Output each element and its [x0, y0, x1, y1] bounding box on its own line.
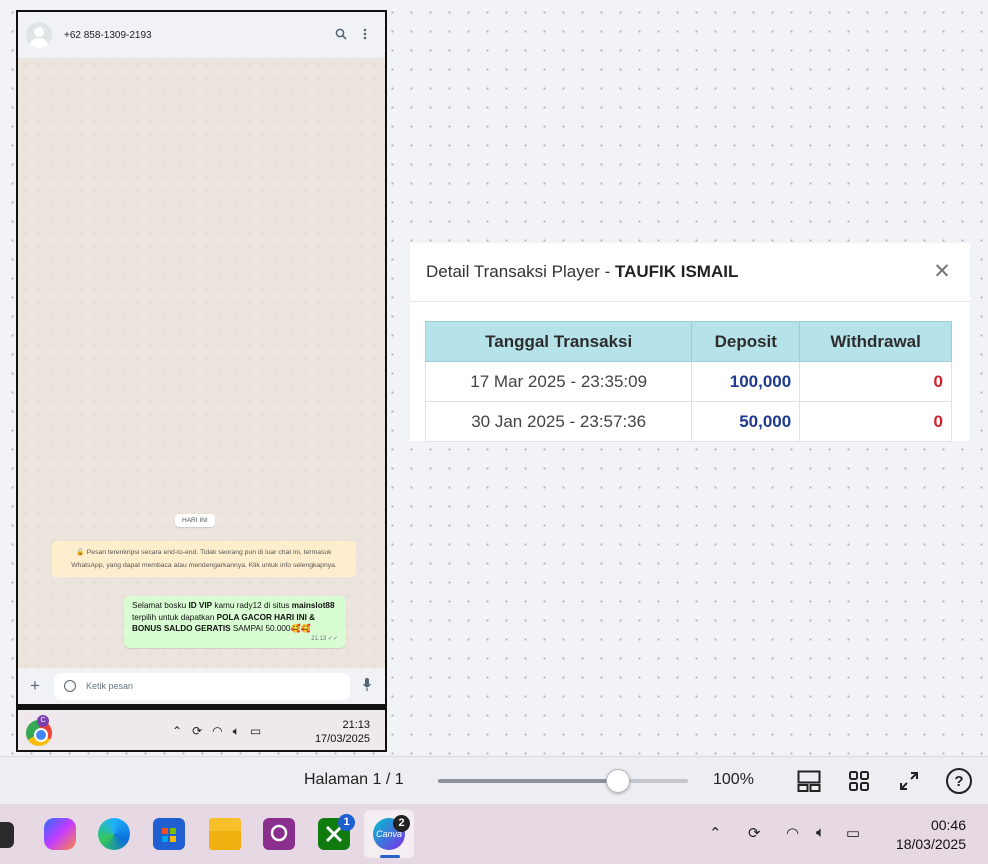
message-bubble[interactable]: Selamat bosku ID VIP kamu rady12 di situ…	[124, 596, 346, 648]
volume-icon[interactable]: 🔈︎	[816, 824, 825, 841]
sync-icon[interactable]: ⟳	[192, 724, 202, 739]
message-input[interactable]: Ketik pesan	[54, 672, 350, 700]
phone-date: 17/03/2025	[314, 733, 370, 745]
column-header-deposit: Deposit	[691, 321, 801, 362]
edge-icon[interactable]	[98, 818, 130, 850]
chrome-profile-badge: C	[37, 715, 49, 727]
cell-withdrawal: 0	[799, 361, 952, 402]
player-name: TAUFIK ISMAIL	[614, 262, 739, 281]
cell-date: 17 Mar 2025 - 23:35:09	[424, 361, 693, 402]
table-header-row: Tanggal Transaksi Deposit Withdrawal	[424, 321, 952, 362]
message-input-placeholder: Ketik pesan	[86, 681, 134, 691]
copilot-icon[interactable]	[44, 818, 76, 850]
panel-title: Detail Transaksi Player - TAUFIK ISMAIL	[426, 262, 738, 282]
phone-time: 21:13	[342, 719, 370, 731]
phone-system-tray: ⌃ ⟳ ◠ 🔈︎ ▭	[172, 724, 261, 739]
system-time: 00:46	[930, 817, 966, 833]
chat-area: HARI INI 🔒 Pesan terenkripsi secara end-…	[18, 58, 385, 668]
sync-icon[interactable]: ⟳	[748, 824, 761, 842]
phone-clock[interactable]: 21:13 17/03/2025	[315, 718, 370, 746]
system-clock[interactable]: 00:46 18/03/2025	[896, 816, 966, 854]
store-icon[interactable]	[153, 818, 185, 850]
windows-taskbar: 1 Canva 2 ⌃ ⟳ ◠ 🔈︎ ▭ 00:46 18/03/2025	[0, 804, 988, 864]
table-row: 30 Jan 2025 - 23:57:36 50,000 0	[424, 401, 952, 442]
zoom-slider-thumb[interactable]	[606, 769, 630, 793]
encryption-notice[interactable]: 🔒 Pesan terenkripsi secara end-to-end. T…	[52, 541, 356, 577]
cell-deposit: 100,000	[691, 361, 801, 402]
chevron-up-icon[interactable]: ⌃	[709, 824, 722, 842]
help-icon[interactable]: ?	[946, 768, 972, 794]
message-time: 21.13 ✓✓	[311, 635, 338, 642]
zoom-percent[interactable]: 100%	[713, 771, 754, 789]
whatsapp-screenshot: +62 858-1309-2193 HARI INI 🔒 Pesan teren…	[16, 10, 387, 752]
grid-view-icon[interactable]	[846, 768, 872, 794]
transaction-table: Tanggal Transaksi Deposit Withdrawal 17 …	[424, 321, 952, 442]
file-explorer-icon[interactable]	[209, 818, 241, 850]
more-vert-icon[interactable]	[353, 28, 377, 43]
cell-date: 30 Jan 2025 - 23:57:36	[424, 401, 693, 442]
chat-header: +62 858-1309-2193	[18, 12, 385, 58]
system-date: 18/03/2025	[895, 836, 966, 852]
phone-taskbar: C ⌃ ⟳ ◠ 🔈︎ ▭ 21:13 17/03/2025	[18, 710, 385, 752]
message-text: SAMPAI 50.000🥰🥰	[230, 624, 311, 634]
mic-icon[interactable]	[358, 678, 376, 694]
cell-withdrawal: 0	[799, 401, 952, 442]
zoom-slider-fill	[438, 779, 618, 783]
panel-header: Detail Transaksi Player - TAUFIK ISMAIL …	[410, 243, 970, 302]
chevron-up-icon[interactable]: ⌃	[172, 724, 182, 739]
close-button[interactable]: ✕	[932, 260, 952, 284]
page-toolbar: Halaman 1 / 1 100% ?	[0, 756, 988, 804]
fullscreen-icon[interactable]	[896, 768, 922, 794]
message-text: kamu rady12 di situs	[212, 601, 292, 610]
page-indicator[interactable]: Halaman 1 / 1	[304, 771, 404, 789]
active-app-indicator	[31, 751, 45, 752]
canva-notification-badge: 2	[393, 815, 410, 832]
message-bold: mainslot88	[291, 601, 335, 610]
table-row: 17 Mar 2025 - 23:35:09 100,000 0	[424, 361, 952, 402]
widget-icon[interactable]	[0, 822, 14, 848]
sticker-icon[interactable]	[64, 680, 76, 692]
panel-title-prefix: Detail Transaksi Player -	[426, 262, 615, 281]
message-bold: ID VIP	[188, 601, 213, 610]
avatar[interactable]	[26, 22, 52, 48]
zoom-slider[interactable]	[438, 769, 688, 793]
message-composer: + Ketik pesan	[18, 668, 385, 704]
message-text: terpilih untuk dapatkan	[132, 612, 217, 622]
column-header-withdrawal: Withdrawal	[799, 321, 952, 362]
plus-icon[interactable]: +	[24, 676, 46, 696]
date-chip: HARI INI	[175, 514, 215, 527]
volume-icon[interactable]: 🔈︎	[233, 724, 240, 739]
cell-deposit: 50,000	[691, 401, 801, 442]
column-header-date: Tanggal Transaksi	[424, 321, 693, 362]
transaction-detail-panel: Detail Transaksi Player - TAUFIK ISMAIL …	[410, 243, 970, 442]
wifi-icon[interactable]: ◠	[786, 824, 799, 842]
app-icon[interactable]	[263, 818, 295, 850]
search-icon[interactable]	[329, 28, 353, 43]
battery-icon[interactable]: ▭	[846, 824, 860, 842]
message-text: Selamat bosku	[132, 601, 189, 610]
contact-name[interactable]: +62 858-1309-2193	[64, 30, 329, 41]
active-app-indicator	[380, 855, 400, 858]
wifi-icon[interactable]: ◠	[212, 724, 222, 739]
page-view-icon[interactable]	[796, 768, 822, 794]
xbox-notification-badge: 1	[338, 814, 355, 831]
battery-icon[interactable]: ▭	[250, 724, 261, 739]
